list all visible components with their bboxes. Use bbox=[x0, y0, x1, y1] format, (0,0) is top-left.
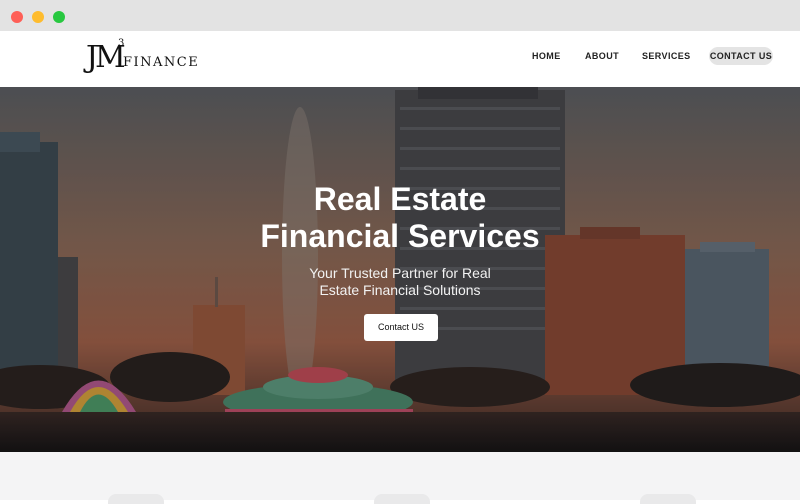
service-card bbox=[374, 494, 430, 504]
site-header: JM 3 FINANCE HOME ABOUT SERVICES CONTACT… bbox=[0, 31, 800, 87]
hero-subtitle: Your Trusted Partner for Real Estate Fin… bbox=[250, 265, 550, 299]
minimize-window-icon[interactable] bbox=[32, 11, 44, 23]
service-card bbox=[640, 494, 696, 504]
brand-logo[interactable]: JM 3 FINANCE bbox=[86, 38, 200, 78]
hero-title-line-2: Financial Services bbox=[260, 218, 540, 254]
hero-subtitle-line-2: Estate Financial Solutions bbox=[319, 282, 481, 298]
hero-subtitle-line-1: Your Trusted Partner for Real bbox=[309, 265, 491, 281]
hero-title: Real Estate Financial Services bbox=[200, 181, 600, 255]
nav-about[interactable]: ABOUT bbox=[585, 51, 619, 61]
services-section bbox=[0, 452, 800, 504]
logo-superscript: 3 bbox=[118, 38, 125, 49]
contact-us-button[interactable]: Contact US bbox=[364, 314, 438, 341]
close-window-icon[interactable] bbox=[11, 11, 23, 23]
browser-chrome bbox=[0, 0, 800, 31]
service-card bbox=[108, 494, 164, 504]
nav-contact-us[interactable]: CONTACT US bbox=[709, 47, 773, 65]
nav-services[interactable]: SERVICES bbox=[642, 51, 691, 61]
logo-word: FINANCE bbox=[123, 55, 200, 70]
hero-title-line-1: Real Estate bbox=[313, 181, 487, 217]
nav-home[interactable]: HOME bbox=[532, 51, 561, 61]
hero-banner: Real Estate Financial Services Your Trus… bbox=[0, 87, 800, 452]
maximize-window-icon[interactable] bbox=[53, 11, 65, 23]
